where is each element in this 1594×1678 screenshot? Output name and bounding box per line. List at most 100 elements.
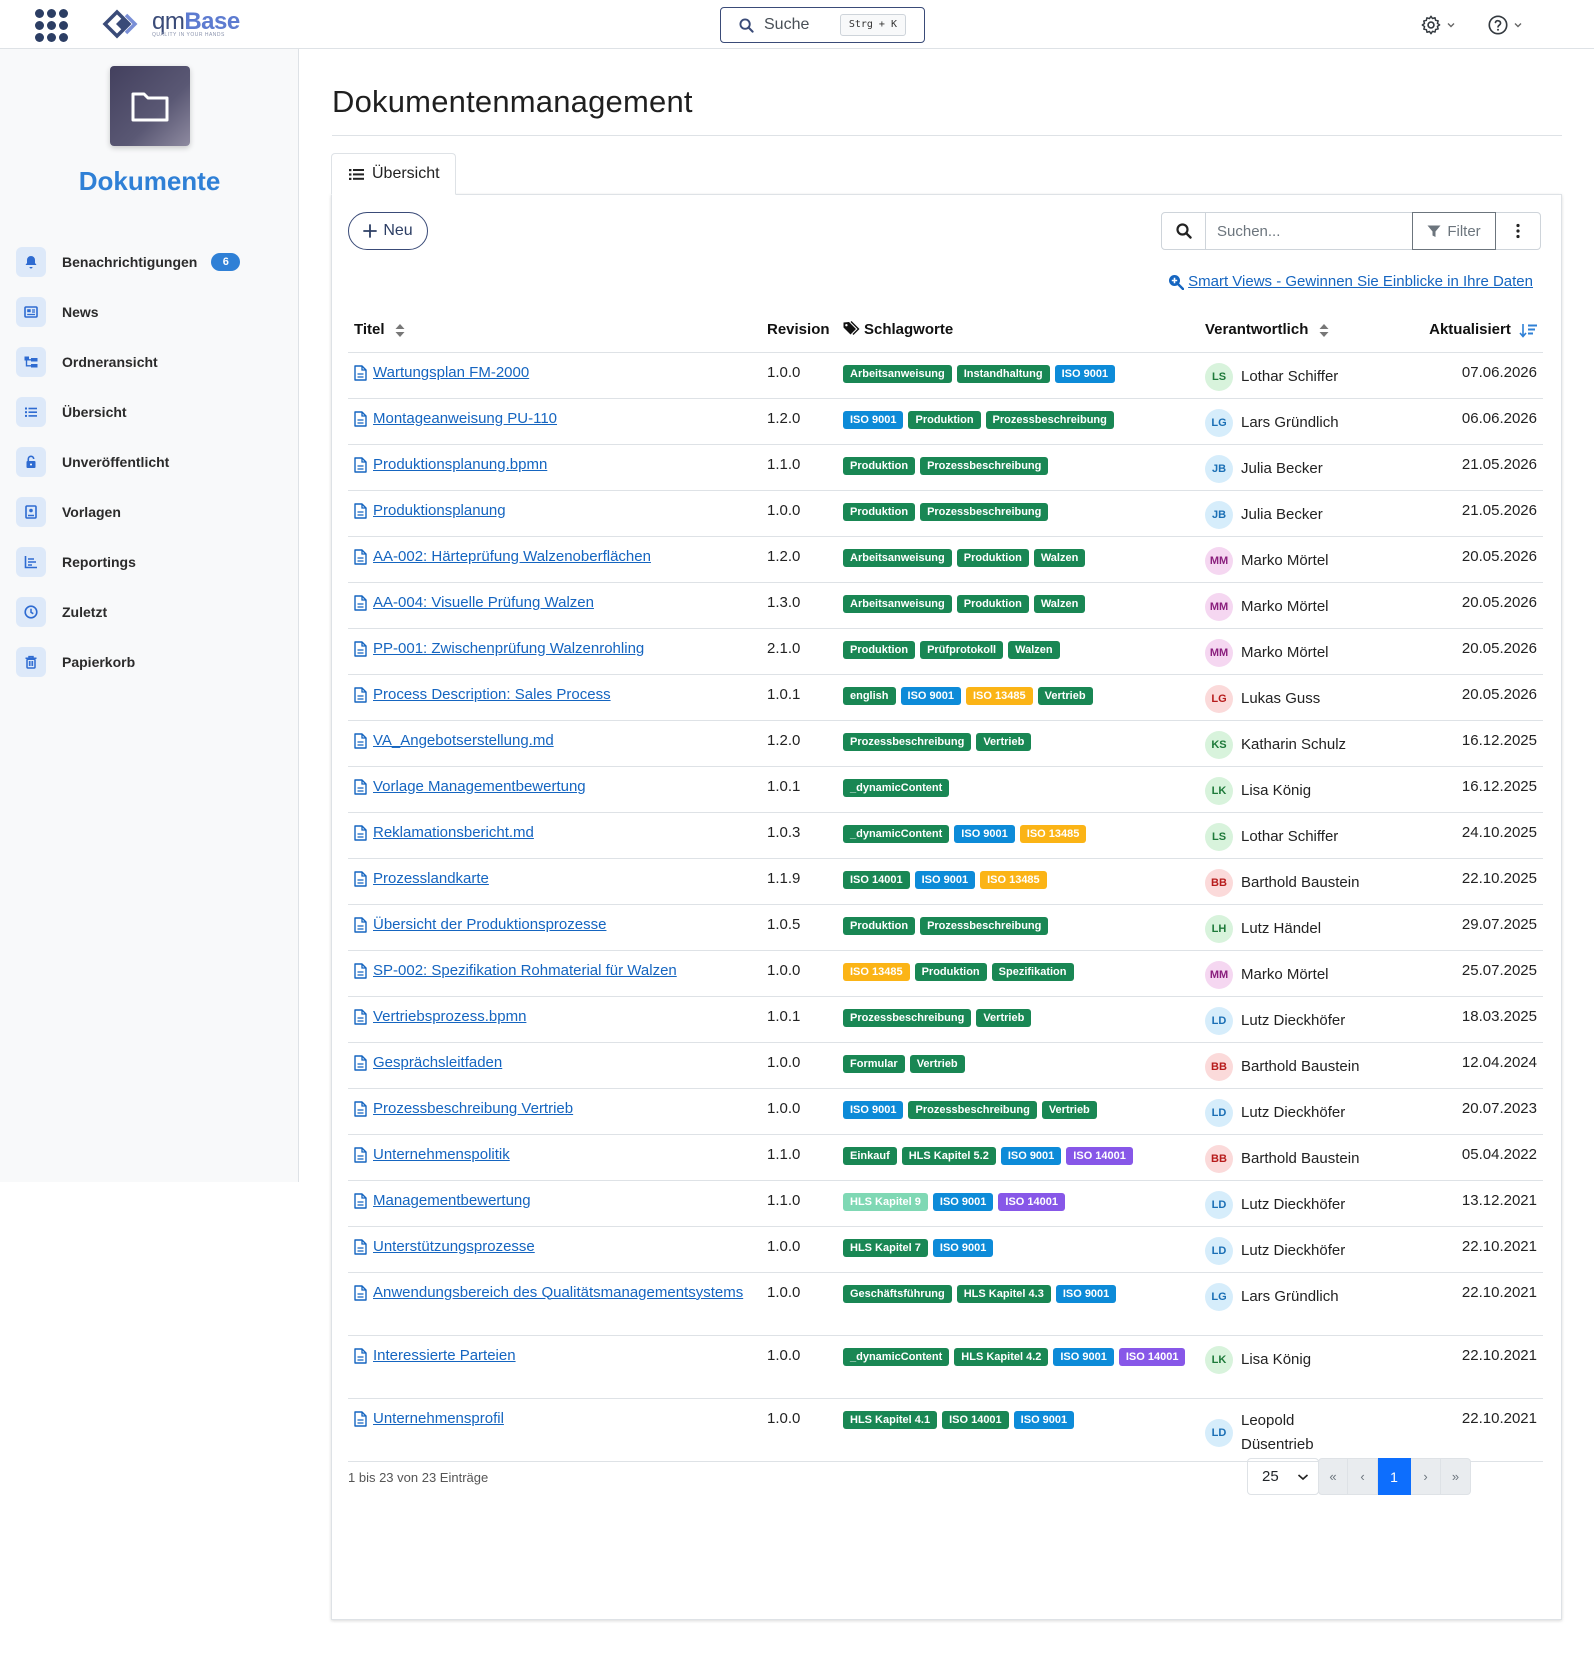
tag-badge[interactable]: ISO 9001	[1054, 364, 1116, 383]
tag-badge[interactable]: Prozessbeschreibung	[843, 1008, 972, 1027]
tag-badge[interactable]: Vertrieb	[1041, 1100, 1097, 1119]
document-link[interactable]: Reklamationsbericht.md	[373, 821, 534, 845]
more-options-button[interactable]	[1496, 213, 1540, 249]
tag-badge[interactable]: ISO 9001	[1013, 1410, 1075, 1429]
document-link[interactable]: Interessierte Parteien	[373, 1344, 516, 1368]
tag-badge[interactable]: Geschäftsführung	[843, 1284, 952, 1303]
tag-badge[interactable]: ISO 9001	[932, 1238, 994, 1257]
table-row[interactable]: Vertriebsprozess.bpmn 1.0.1 Prozessbesch…	[348, 996, 1543, 1043]
tag-badge[interactable]: Produktion	[956, 594, 1029, 613]
tag-badge[interactable]: ISO 9001	[914, 870, 976, 889]
tag-badge[interactable]: Instandhaltung	[956, 364, 1050, 383]
sidebar-item-trash[interactable]: Papierkorb	[16, 637, 296, 687]
sidebar-item-lock[interactable]: Unveröffentlicht	[16, 437, 296, 487]
table-row[interactable]: Montageanweisung PU-110 1.2.0 ISO 9001 Pr…	[348, 398, 1543, 445]
tag-badge[interactable]: ISO 13485	[843, 962, 910, 981]
tag-badge[interactable]: Produktion	[914, 962, 987, 981]
table-row[interactable]: Process Description: Sales Process 1.0.1…	[348, 674, 1543, 721]
tag-badge[interactable]: ISO 9001	[900, 686, 961, 705]
tag-badge[interactable]: Produktion	[843, 640, 916, 659]
tag-badge[interactable]: Arbeitsanweisung	[843, 364, 952, 383]
tag-badge[interactable]: Vertrieb	[1037, 686, 1093, 705]
tag-badge[interactable]: Produktion	[843, 456, 916, 475]
table-row[interactable]: Unterstützungsprozesse 1.0.0 HLS Kapitel…	[348, 1226, 1543, 1273]
table-row[interactable]: Wartungsplan FM-2000 1.0.0 Arbeitsanweis…	[348, 352, 1543, 399]
tag-badge[interactable]: Walzen	[1008, 640, 1060, 659]
table-row[interactable]: SP-002: Spezifikation Rohmaterial für Wa…	[348, 950, 1543, 997]
tag-badge[interactable]: ISO 13485	[966, 686, 1033, 705]
tag-badge[interactable]: Produktion	[908, 410, 981, 429]
tag-badge[interactable]: english	[843, 686, 896, 705]
page-nav-button[interactable]: «	[1318, 1458, 1348, 1495]
page-nav-button[interactable]: ›	[1411, 1458, 1441, 1495]
tag-badge[interactable]: HLS Kapitel 7	[843, 1238, 928, 1257]
tag-badge[interactable]: Arbeitsanweisung	[843, 548, 952, 567]
table-row[interactable]: Unternehmenspolitik 1.1.0 Einkauf HLS Kap…	[348, 1134, 1543, 1181]
column-revision[interactable]: Revision	[761, 308, 837, 353]
tag-badge[interactable]: _dynamicContent	[843, 824, 950, 843]
tag-badge[interactable]: Prozessbeschreibung	[920, 502, 1049, 521]
tag-badge[interactable]: Einkauf	[843, 1146, 897, 1165]
document-link[interactable]: Unternehmensprofil	[373, 1407, 504, 1431]
tag-badge[interactable]: ISO 9001	[954, 824, 1015, 843]
tag-badge[interactable]: Produktion	[843, 916, 916, 935]
document-link[interactable]: Vorlage Managementbewertung	[373, 775, 586, 799]
column-updated[interactable]: Aktualisiert	[1375, 308, 1543, 353]
tag-badge[interactable]: ISO 14001	[942, 1410, 1009, 1429]
document-link[interactable]: Unterstützungsprozesse	[373, 1235, 535, 1259]
tag-badge[interactable]: Vertrieb	[976, 1008, 1032, 1027]
document-link[interactable]: Unternehmenspolitik	[373, 1143, 510, 1167]
table-row[interactable]: PP-001: Zwischenprüfung Walzenrohling 2.…	[348, 628, 1543, 675]
document-link[interactable]: Vertriebsprozess.bpmn	[373, 1005, 526, 1029]
sidebar-item-newspaper[interactable]: News	[16, 287, 296, 337]
tag-badge[interactable]: HLS Kapitel 9	[843, 1192, 928, 1211]
sidebar-item-list[interactable]: Übersicht	[16, 387, 296, 437]
page-nav-button[interactable]: ‹	[1348, 1458, 1378, 1495]
tag-badge[interactable]: ISO 13485	[980, 870, 1047, 889]
document-link[interactable]: Wartungsplan FM-2000	[373, 361, 529, 385]
table-row[interactable]: Reklamationsbericht.md 1.0.3 _dynamicCon…	[348, 812, 1543, 859]
tag-badge[interactable]: ISO 14001	[1118, 1347, 1186, 1366]
tag-badge[interactable]: ISO 14001	[1066, 1146, 1133, 1165]
sidebar-item-clock[interactable]: Zuletzt	[16, 587, 296, 637]
document-link[interactable]: Process Description: Sales Process	[373, 683, 611, 707]
page-size-select[interactable]: 25	[1247, 1458, 1319, 1495]
table-row[interactable]: AA-002: Härteprüfung Walzenoberflächen 1…	[348, 536, 1543, 583]
table-row[interactable]: Managementbewertung 1.1.0 HLS Kapitel 9I…	[348, 1180, 1543, 1227]
document-link[interactable]: Managementbewertung	[373, 1189, 531, 1213]
tag-badge[interactable]: Arbeitsanweisung	[843, 594, 952, 613]
tag-badge[interactable]: Produktion	[956, 548, 1029, 567]
tag-badge[interactable]: Formular	[843, 1054, 905, 1073]
table-row[interactable]: Unternehmensprofil 1.0.0 HLS Kapitel 4.1…	[348, 1398, 1543, 1462]
tag-badge[interactable]: ISO 14001	[843, 870, 910, 889]
tag-badge[interactable]: HLS Kapitel 5.2	[901, 1146, 996, 1165]
new-document-button[interactable]: Neu	[348, 212, 428, 250]
tag-badge[interactable]: ISO 13485	[1019, 824, 1087, 843]
table-row[interactable]: Produktionsplanung 1.0.0 Produktion Proze…	[348, 490, 1543, 537]
tag-badge[interactable]: Prüfprotokoll	[920, 640, 1004, 659]
table-row[interactable]: Interessierte Parteien 1.0.0 _dynamicCon…	[348, 1335, 1543, 1399]
sidebar-item-bell[interactable]: Benachrichtigungen 6	[16, 237, 296, 287]
table-search-input[interactable]	[1206, 213, 1412, 249]
tag-badge[interactable]: Spezifikation	[991, 962, 1074, 981]
tag-badge[interactable]: Prozessbeschreibung	[920, 916, 1049, 935]
tag-badge[interactable]: ISO 9001	[1000, 1146, 1062, 1165]
tag-badge[interactable]: ISO 9001	[843, 410, 904, 429]
table-row[interactable]: VA_Angebotserstellung.md 1.2.0 Prozessbe…	[348, 720, 1543, 767]
table-row[interactable]: Prozessbeschreibung Vertrieb 1.0.0 ISO 9…	[348, 1088, 1543, 1135]
document-link[interactable]: VA_Angebotserstellung.md	[373, 729, 554, 753]
table-row[interactable]: Gesprächsleitfaden 1.0.0 Formular Vertrie…	[348, 1042, 1543, 1089]
document-link[interactable]: Montageanweisung PU-110	[373, 407, 557, 431]
tag-badge[interactable]: Vertrieb	[909, 1054, 965, 1073]
document-link[interactable]: Anwendungsbereich des Qualitätsmanagemen…	[373, 1281, 743, 1305]
tag-badge[interactable]: ISO 9001	[843, 1100, 904, 1119]
sidebar-item-chart[interactable]: Reportings	[16, 537, 296, 587]
tag-badge[interactable]: _dynamicContent	[843, 778, 950, 797]
document-link[interactable]: Prozessbeschreibung Vertrieb	[373, 1097, 573, 1121]
table-row[interactable]: AA-004: Visuelle Prüfung Walzen 1.3.0 Ar…	[348, 582, 1543, 629]
tag-badge[interactable]: Prozessbeschreibung	[843, 732, 972, 751]
qmbase-logo[interactable]: qmBase QUALITY IN YOUR HANDS	[102, 8, 240, 40]
tag-badge[interactable]: Vertrieb	[976, 732, 1032, 751]
tab-overview[interactable]: Übersicht	[331, 153, 456, 195]
sidebar-item-template[interactable]: Vorlagen	[16, 487, 296, 537]
